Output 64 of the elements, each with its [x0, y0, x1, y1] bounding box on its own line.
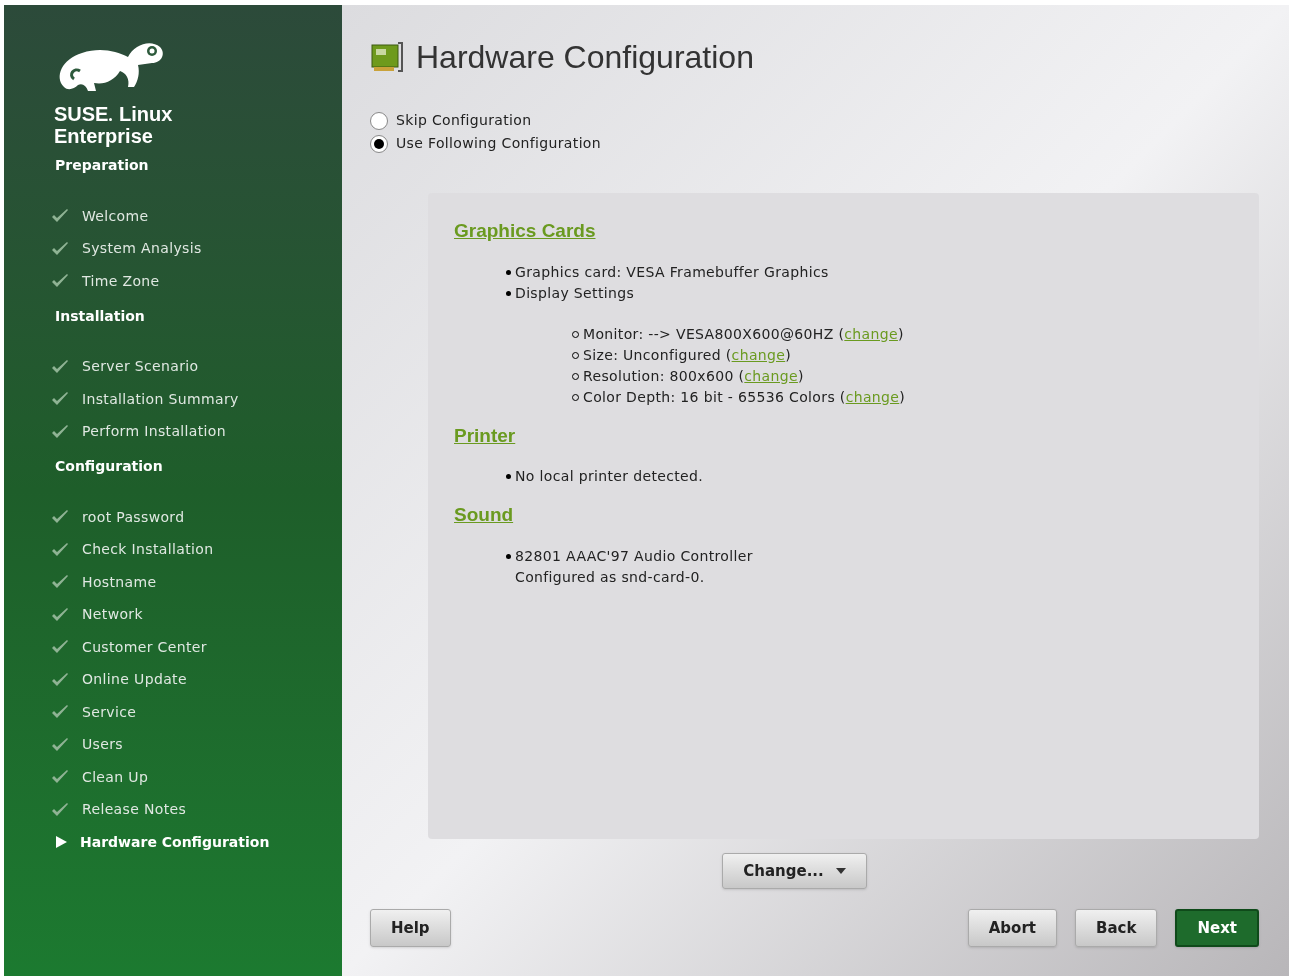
checkmark-icon: [50, 358, 70, 375]
step-label: Users: [82, 735, 123, 755]
step-label: Customer Center: [82, 637, 207, 657]
step-label: Server Scenario: [82, 357, 199, 377]
section-link[interactable]: Graphics Cards: [454, 220, 596, 241]
checkmark-icon: [50, 541, 70, 558]
step-label: Hardware Configuration: [80, 832, 270, 852]
expansion-card-icon: [370, 41, 404, 73]
section-heading: Preparation: [54, 156, 150, 175]
checkmark-icon: [50, 423, 70, 440]
step-label: Online Update: [82, 670, 187, 690]
setting-text: Monitor: --> VESA800X600@60HZ (change): [583, 324, 904, 344]
brand-name: Enterprise: [54, 125, 154, 147]
bullet-icon: [506, 553, 511, 559]
step-label: root Password: [82, 507, 185, 527]
section-heading: Configuration: [54, 457, 164, 476]
checkmark-icon: [50, 671, 70, 688]
radio-button[interactable]: [370, 134, 388, 153]
change-link[interactable]: change: [844, 325, 898, 342]
button[interactable]: Back: [1075, 909, 1158, 947]
step-label: Clean Up: [82, 767, 149, 787]
button[interactable]: Abort: [967, 909, 1057, 947]
section-link[interactable]: Sound: [454, 504, 514, 525]
change-link[interactable]: change: [731, 346, 786, 363]
checkmark-icon: [50, 736, 70, 753]
step-label: Perform Installation: [82, 422, 226, 442]
change-dropdown-button[interactable]: Change...: [722, 853, 867, 889]
radio-label: Skip Configuration: [396, 111, 532, 130]
checkmark-icon: [50, 801, 70, 818]
step-label: Hostname: [82, 572, 157, 592]
summary-text: Graphics card: VESA Framebuffer Graphics: [515, 262, 829, 282]
setting-text: Resolution: 800x600 (change): [583, 366, 804, 386]
summary-text: 82801 AAAC'97 Audio Controller: [515, 546, 753, 566]
step-label: Release Notes: [82, 800, 187, 820]
step-label: Network: [82, 605, 143, 625]
step-label: Time Zone: [82, 271, 160, 291]
section-link[interactable]: Printer: [454, 424, 516, 446]
step-label: Service: [82, 702, 137, 722]
summary-text: No local printer detected.: [515, 467, 704, 486]
setting-text: Size: Unconfigured (change): [583, 345, 792, 365]
summary-text: Display Settings: [515, 283, 635, 303]
setting-text: Color Depth: 16 bit - 65536 Colors (change): [583, 387, 906, 407]
brand-name: SUSE Linux: [54, 103, 174, 125]
button[interactable]: Next: [1175, 909, 1259, 947]
checkmark-icon: [50, 240, 70, 257]
button[interactable]: Help: [370, 909, 451, 947]
registered-mark-icon: [109, 118, 113, 121]
checkmark-icon: [50, 606, 70, 623]
step-label: Installation Summary: [82, 389, 239, 409]
bullet-icon: [506, 269, 511, 275]
step-label: Check Installation: [82, 540, 214, 560]
step-label: System Analysis: [82, 239, 202, 259]
summary-text: Configured as snd-card-0.: [515, 567, 705, 587]
bullet-icon: [506, 474, 511, 479]
page-title: Hardware Configuration: [416, 38, 754, 77]
section-heading: Installation: [54, 306, 146, 326]
radio-label: Use Following Configuration: [396, 134, 601, 153]
step-label: Welcome: [82, 206, 149, 226]
change-link[interactable]: change: [744, 367, 798, 384]
caret-icon: [835, 868, 846, 874]
triangle-icon: [54, 835, 68, 850]
change-link[interactable]: change: [845, 388, 900, 405]
radio-button[interactable]: [370, 111, 388, 130]
bullet-icon: [506, 290, 511, 296]
